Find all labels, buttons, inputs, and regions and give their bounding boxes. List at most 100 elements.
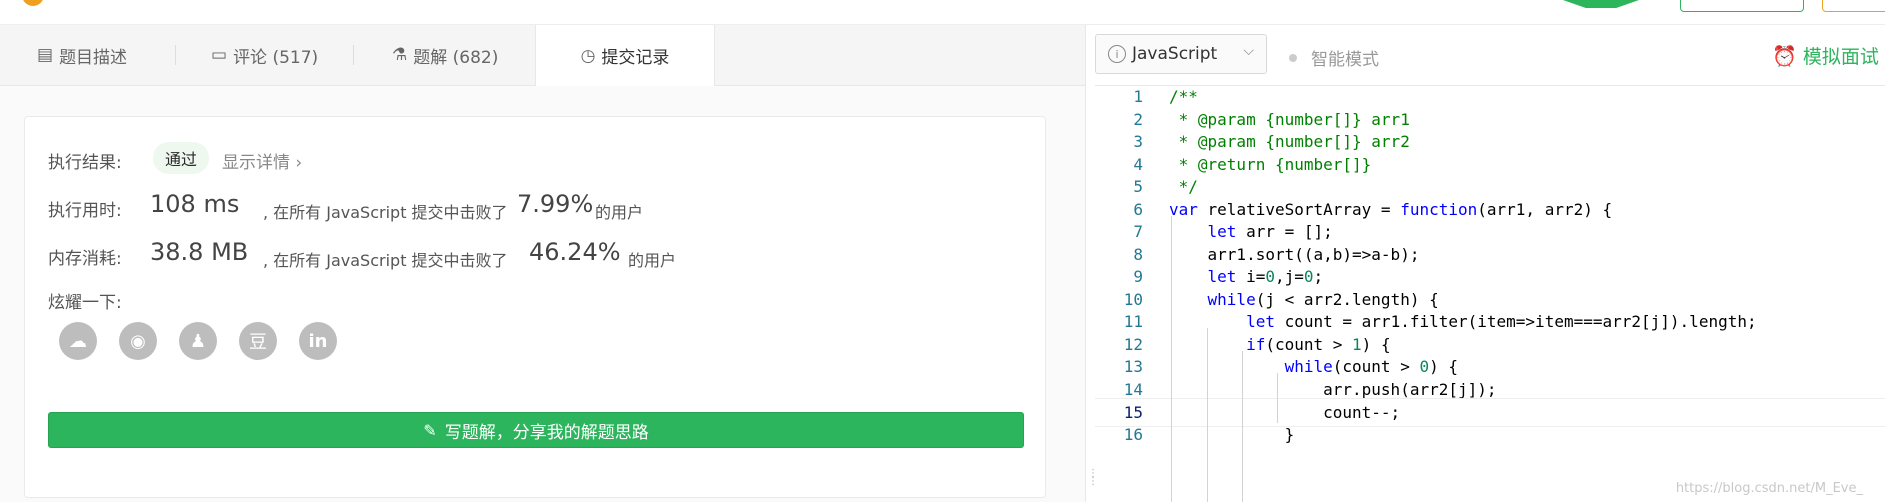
tab-comments[interactable]: ▭ 评论 (517): [211, 25, 318, 85]
code-token: 1: [1352, 334, 1362, 354]
code-token: 0: [1303, 267, 1314, 286]
memory-label: 内存消耗:: [48, 249, 122, 269]
code-token: 0: [1265, 267, 1275, 286]
code-token: let: [1246, 312, 1275, 331]
code-token: arr.push(arr2[j]);: [1169, 379, 1497, 399]
code-token: ) {: [1429, 357, 1459, 376]
code-token: let: [1207, 222, 1237, 241]
pencil-icon: ✎: [423, 420, 437, 440]
code-token: */: [1169, 177, 1198, 196]
memory-percent: 46.24%: [529, 238, 621, 266]
line-number: 5: [1133, 177, 1143, 196]
memory-suffix: 的用户: [628, 251, 677, 270]
code-token: /**: [1169, 87, 1198, 106]
line-source: if(count > 1) {: [1169, 335, 1391, 354]
editor-toolbar: i JavaScript ⌵ 智能模式 ⏰ 模拟面试: [1095, 25, 1885, 86]
line-number: 4: [1133, 154, 1143, 174]
line-number: 3: [1133, 132, 1143, 151]
line-source: let count = arr1.filter(item=>item===arr…: [1169, 312, 1757, 331]
douban-icon[interactable]: 豆: [239, 322, 277, 360]
mock-interview-button[interactable]: ⏰ 模拟面试: [1772, 42, 1879, 69]
line-number: 16: [1123, 424, 1143, 444]
runtime-prefix: , 在所有 JavaScript 提交中击败了: [263, 203, 508, 222]
line-source: */: [1169, 177, 1198, 196]
show-details-link[interactable]: 显示详情 ›: [222, 148, 302, 173]
line-source: var relativeSortArray = function(arr1, a…: [1169, 200, 1612, 219]
tab-comments-label: 评论 (517): [233, 47, 319, 68]
line-number: 15: [1123, 403, 1143, 422]
indent-guide: [1242, 351, 1243, 502]
tab-submissions-label: 提交记录: [601, 48, 670, 68]
line-number: 8: [1133, 244, 1143, 264]
clock-icon: ◷: [580, 45, 596, 66]
line-source: count--;: [1169, 403, 1400, 422]
tab-divider: [175, 45, 176, 65]
line-source: }: [1169, 424, 1295, 444]
code-token: arr = [];: [1236, 222, 1333, 241]
code-token: (j < arr2.length) {: [1255, 289, 1439, 309]
line-number: 7: [1133, 222, 1143, 241]
indent-guide: [1207, 328, 1208, 502]
runtime-suffix: 的用户: [595, 203, 644, 222]
code-editor[interactable]: https://blog.csdn.net/M_Eve_ 1 /** 2 * @pa…: [1095, 86, 1885, 502]
indent-guide: [1277, 373, 1278, 423]
tab-solutions[interactable]: ⚗ 题解 (682): [392, 25, 498, 85]
qq-icon[interactable]: ♟: [179, 322, 217, 360]
top-nav-bar: [0, 0, 1885, 25]
description-icon: ▤: [37, 45, 54, 65]
linkedin-icon[interactable]: in: [299, 322, 337, 360]
line-source: * @param {number[]} arr2: [1169, 132, 1410, 151]
line-source: arr1.sort((a,b)=>a-b);: [1169, 244, 1420, 264]
logo[interactable]: [22, 0, 44, 6]
code-token: * @return {number[]}: [1169, 154, 1372, 174]
tab-submissions[interactable]: ◷ 提交记录: [535, 25, 715, 86]
code-token: while: [1207, 289, 1256, 309]
code-line[interactable]: 16 }: [1095, 421, 1885, 448]
chevron-down-icon: ⌵: [1243, 43, 1254, 59]
line-number: 1: [1133, 87, 1143, 106]
code-token: }: [1169, 424, 1295, 444]
line-source: let arr = [];: [1169, 222, 1333, 241]
code-token: * @param {number[]} arr2: [1169, 132, 1410, 151]
result-card: 执行结果: 通过 显示详情 › 执行用时: 108 ms , 在所有 JavaS…: [24, 116, 1046, 498]
code-token: ,j=: [1274, 267, 1304, 286]
line-source: * @return {number[]}: [1169, 154, 1372, 174]
toggle-dot-icon: [1289, 53, 1297, 62]
code-token: count--;: [1169, 403, 1401, 422]
submission-panel: 执行结果: 通过 显示详情 › 执行用时: 108 ms , 在所有 JavaS…: [0, 86, 1085, 502]
smart-mode-toggle[interactable]: 智能模式: [1289, 45, 1379, 70]
code-token: arr1.sort((a,b)=>a-b);: [1169, 244, 1420, 264]
wechat-icon[interactable]: ☁: [59, 322, 97, 360]
indent-guide: [1171, 216, 1172, 502]
line-number: 6: [1133, 199, 1143, 219]
code-token: ;: [1313, 267, 1324, 286]
code-token: while: [1284, 357, 1333, 376]
runtime-percent: 7.99%: [517, 190, 594, 218]
code-token: count = arr1.filter(item=>item===arr2[j]…: [1274, 312, 1757, 331]
brand-badge: [1563, 0, 1639, 8]
smart-mode-label: 智能模式: [1311, 50, 1379, 70]
nav-button[interactable]: [1680, 0, 1804, 12]
line-number: 2: [1133, 109, 1143, 129]
premium-button[interactable]: [1822, 0, 1885, 12]
write-solution-button[interactable]: ✎ 写题解，分享我的解题思路: [48, 412, 1024, 448]
code-token: 0: [1419, 357, 1430, 376]
code-token: * @param {number[]} arr1: [1169, 109, 1410, 129]
watermark: https://blog.csdn.net/M_Eve_: [1675, 481, 1863, 496]
code-token: function: [1400, 199, 1478, 219]
weibo-icon[interactable]: ◉: [119, 322, 157, 360]
language-select[interactable]: i JavaScript ⌵: [1095, 34, 1267, 74]
code-token: relativeSortArray =: [1197, 199, 1401, 219]
runtime-label: 执行用时:: [48, 201, 122, 221]
tab-solutions-label: 题解 (682): [413, 47, 499, 68]
line-number: 12: [1123, 334, 1143, 354]
write-solution-label: 写题解，分享我的解题思路: [444, 422, 649, 443]
line-number: 13: [1123, 357, 1143, 376]
code-token: (count >: [1265, 334, 1353, 354]
code-token: let: [1207, 267, 1237, 286]
tab-description[interactable]: ▤ 题目描述: [37, 25, 127, 85]
line-source: while(j < arr2.length) {: [1169, 290, 1439, 309]
